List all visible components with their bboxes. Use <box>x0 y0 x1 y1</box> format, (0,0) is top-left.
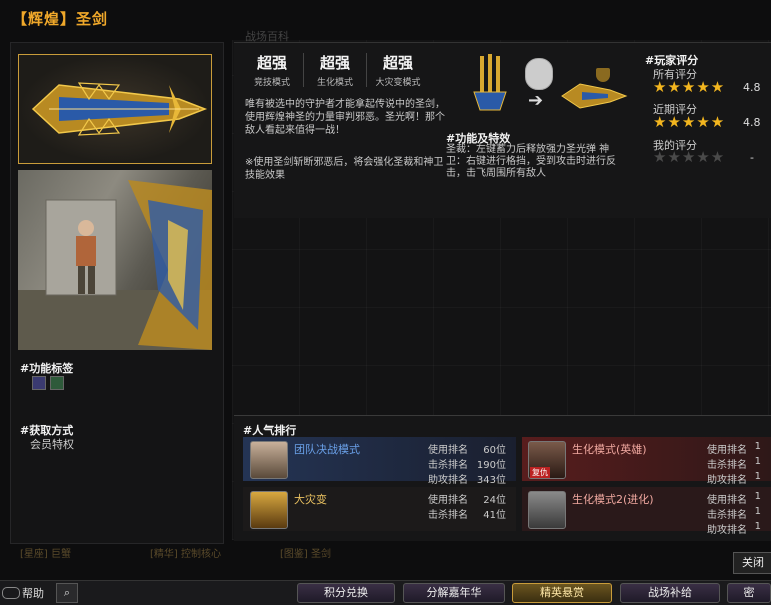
ranking-heading: #人气排行 <box>243 424 297 437</box>
mode-rating-cataclysm: 超强 大灾变模式 <box>375 54 421 88</box>
ranking-stats: 使用排名 1 击杀排名 1 助攻排名 1 <box>707 441 761 486</box>
ranking-stats: 使用排名 1 击杀排名 1 助攻排名 1 <box>707 491 761 536</box>
tags-heading: #功能标签 <box>20 362 74 375</box>
grenade-icon[interactable] <box>50 376 64 390</box>
tab-battlefield-supply[interactable]: 战场补给 <box>620 583 720 603</box>
all-ratings-score: 4.8 <box>743 81 761 94</box>
weapon-description: 唯有被选中的守护者才能拿起传说中的圣剑，使用辉煌神圣的力量审判邪恶。圣光啊！那个… <box>245 99 445 136</box>
avatar <box>528 491 566 529</box>
toggle-icon[interactable] <box>2 587 20 599</box>
revenge-badge: 复仇 <box>530 467 550 478</box>
help-label[interactable]: 帮助 <box>22 585 44 601</box>
my-rating-score: - <box>750 151 754 164</box>
ranking-mode: 大灾变 <box>294 493 327 506</box>
mode-ratings: 超强 竞技模式 超强 生化模式 超强 大灾变模式 <box>244 52 426 88</box>
ranking-stats: 使用排名 24位 击杀排名 41位 <box>428 495 506 521</box>
obtain-value: 会员特权 <box>30 438 74 451</box>
tab-points-exchange[interactable]: 积分兑换 <box>297 583 395 603</box>
close-button[interactable]: 关闭 <box>733 552 771 574</box>
ranking-stats: 使用排名 60位 击杀排名 190位 助攻排名 343位 <box>428 445 506 486</box>
bg-faded-text: [精华] 控制核心 <box>150 549 221 560</box>
page-title: 【辉煌】圣剑 <box>12 10 109 28</box>
star-icon: ★★★★★ <box>653 113 726 131</box>
ranking-mode: 团队决战模式 <box>294 443 360 456</box>
weapon-preview-image <box>18 170 212 350</box>
all-ratings-stars: ★★★★★ <box>653 78 725 96</box>
star-empty-icon: ★★★★★ <box>653 148 726 166</box>
sword-effect-icon <box>470 52 510 112</box>
gear-icon[interactable] <box>32 376 46 390</box>
recent-ratings-stars: ★★★★★ <box>653 113 725 131</box>
bg-faded-text: [图鉴] 圣剑 <box>280 549 331 560</box>
arrow-right-icon: ➔ <box>528 90 544 111</box>
tab-dismantle-carnival[interactable]: 分解嘉年华 <box>403 583 505 603</box>
bg-faded-text: [星座] 巨蟹 <box>20 549 71 560</box>
avatar <box>250 441 288 479</box>
ranking-mode: 生化模式(英雄) <box>572 443 647 456</box>
mouse-icon <box>525 58 553 90</box>
tab-elite-bounty[interactable]: 精英悬赏 <box>512 583 612 603</box>
mode-rating-competitive: 超强 竞技模式 <box>253 54 290 88</box>
sword-icon <box>31 82 208 136</box>
search-icon[interactable]: ⌕ <box>56 583 78 603</box>
function-description: 圣裁：左键蓄力后释放强力圣光弹 神卫：右键进行格挡，受到攻击时进行反击，击飞周围… <box>446 144 616 179</box>
weapon-thumbnail[interactable] <box>18 54 212 164</box>
star-icon: ★★★★★ <box>653 78 726 96</box>
tab-secret[interactable]: 密 <box>727 583 771 603</box>
mode-rating-zombie: 超强 生化模式 <box>316 54 353 88</box>
my-rating-stars[interactable]: ★★★★★ <box>653 148 725 166</box>
shield-icon <box>596 68 610 82</box>
ranking-mode: 生化模式2(进化) <box>572 493 654 506</box>
avatar <box>250 491 288 529</box>
recent-ratings-score: 4.8 <box>743 116 761 129</box>
weapon-note: ※使用圣剑斩断邪恶后，将会强化圣裁和神卫技能效果 <box>245 157 444 181</box>
sword-effect-icon-2 <box>560 76 630 112</box>
